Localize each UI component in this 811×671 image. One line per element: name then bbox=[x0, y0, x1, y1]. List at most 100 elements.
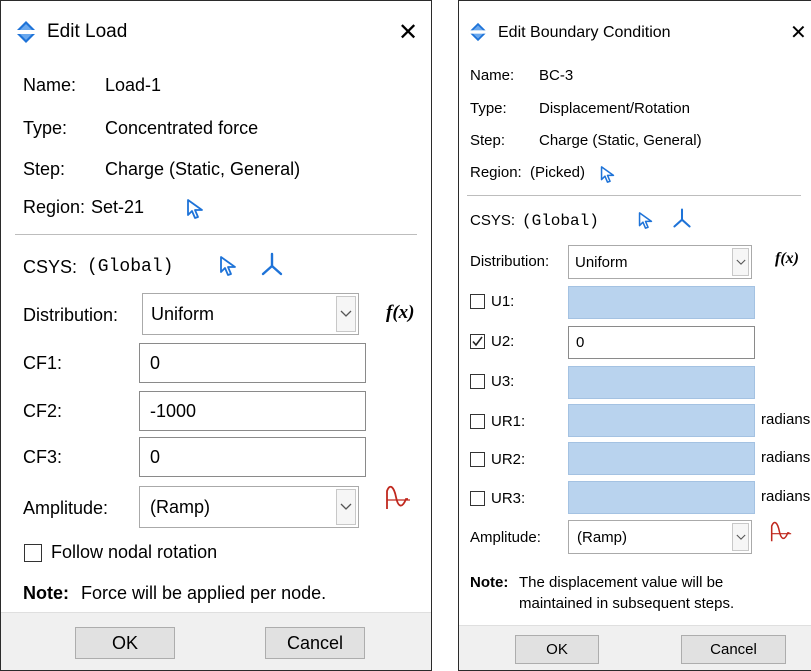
distribution-label: Distribution: bbox=[470, 253, 550, 270]
csys-select-arrow-icon[interactable] bbox=[218, 255, 238, 277]
cancel-button-label: Cancel bbox=[710, 641, 757, 658]
note-text: Force will be applied per node. bbox=[81, 583, 327, 603]
csys-value: (Global) bbox=[87, 257, 174, 277]
edit-boundary-condition-dialog: Edit Boundary Condition ✕ Name: BC-3 Typ… bbox=[458, 0, 811, 671]
name-value: BC-3 bbox=[539, 67, 574, 84]
region-label: Region: bbox=[23, 197, 86, 217]
cf2-label: CF2: bbox=[23, 401, 63, 421]
amplitude-dropdown-arrow-icon[interactable] bbox=[336, 489, 356, 525]
type-value: Concentrated force bbox=[105, 118, 259, 138]
note-line-1: The displacement value will be bbox=[519, 574, 724, 591]
region-value: Set-21 bbox=[91, 197, 145, 217]
cf1-label: CF1: bbox=[23, 353, 63, 373]
ur3-unit: radians bbox=[761, 488, 811, 505]
csys-select-arrow-icon[interactable] bbox=[637, 211, 654, 230]
cf1-value: 0 bbox=[150, 352, 161, 373]
u3-field[interactable] bbox=[568, 366, 755, 399]
distribution-value: Uniform bbox=[151, 303, 215, 324]
u1-label: U1: bbox=[491, 293, 515, 310]
ur2-label: UR2: bbox=[491, 451, 526, 468]
close-icon[interactable]: ✕ bbox=[398, 21, 418, 45]
dropdown-arrow-icon[interactable] bbox=[336, 296, 356, 332]
separator bbox=[467, 195, 801, 196]
cf2-field[interactable]: -1000 bbox=[139, 391, 366, 431]
u2-label: U2: bbox=[491, 333, 515, 350]
step-value: Charge (Static, General) bbox=[539, 132, 702, 149]
distribution-label: Distribution: bbox=[23, 305, 119, 325]
cancel-button-label: Cancel bbox=[286, 632, 344, 653]
amplitude-value: (Ramp) bbox=[577, 528, 628, 546]
dialog-title: Edit Boundary Condition bbox=[498, 24, 671, 41]
distribution-select[interactable]: Uniform bbox=[142, 293, 359, 335]
name-value: Load-1 bbox=[105, 75, 162, 95]
checkmark-icon bbox=[472, 336, 483, 347]
type-label: Type: bbox=[470, 100, 507, 117]
follow-nodal-rotation-checkbox[interactable] bbox=[24, 544, 42, 562]
ur1-field[interactable] bbox=[568, 404, 755, 437]
select-arrow-icon[interactable] bbox=[599, 165, 616, 184]
cancel-button[interactable]: Cancel bbox=[265, 627, 365, 659]
step-label: Step: bbox=[23, 159, 66, 179]
cf3-field[interactable]: 0 bbox=[139, 437, 366, 477]
amplitude-value: (Ramp) bbox=[150, 496, 211, 517]
ur1-label: UR1: bbox=[491, 413, 526, 430]
cf3-value: 0 bbox=[150, 446, 161, 467]
ur1-checkbox[interactable] bbox=[470, 414, 485, 429]
region-value: (Picked) bbox=[530, 164, 586, 181]
type-label: Type: bbox=[23, 118, 68, 138]
csys-axes-icon[interactable] bbox=[671, 207, 693, 229]
type-value: Displacement/Rotation bbox=[539, 100, 690, 117]
amplitude-select[interactable]: (Ramp) bbox=[568, 520, 752, 554]
cf1-field[interactable]: 0 bbox=[139, 343, 366, 383]
note-label: Note: bbox=[23, 583, 69, 603]
amplitude-select[interactable]: (Ramp) bbox=[139, 486, 359, 528]
dropdown-arrow-icon[interactable] bbox=[732, 248, 749, 276]
amplitude-icon[interactable] bbox=[384, 485, 412, 511]
u3-checkbox[interactable] bbox=[470, 374, 485, 389]
follow-nodal-rotation-label: Follow nodal rotation bbox=[51, 542, 218, 562]
ur3-field[interactable] bbox=[568, 481, 755, 514]
ur2-field[interactable] bbox=[568, 442, 755, 475]
u2-field[interactable]: 0 bbox=[568, 326, 755, 359]
ur2-checkbox[interactable] bbox=[470, 452, 485, 467]
amplitude-label: Amplitude: bbox=[470, 529, 541, 546]
ok-button[interactable]: OK bbox=[75, 627, 175, 659]
u1-checkbox[interactable] bbox=[470, 294, 485, 309]
name-label: Name: bbox=[470, 67, 515, 84]
separator bbox=[15, 234, 417, 235]
cf3-label: CF3: bbox=[23, 447, 63, 467]
amplitude-dropdown-arrow-icon[interactable] bbox=[732, 523, 749, 551]
fx-button[interactable]: f(x) bbox=[775, 250, 799, 268]
ur3-checkbox[interactable] bbox=[470, 491, 485, 506]
amplitude-icon[interactable] bbox=[769, 521, 793, 543]
u2-checkbox[interactable] bbox=[470, 334, 485, 349]
ok-button-label: OK bbox=[111, 632, 138, 653]
app-diamond-icon bbox=[468, 22, 488, 42]
u2-value: 0 bbox=[576, 334, 585, 351]
select-arrow-icon[interactable] bbox=[185, 198, 205, 220]
fx-button[interactable]: f(x) bbox=[386, 302, 414, 324]
title-bar[interactable]: Edit Load ✕ bbox=[1, 1, 431, 65]
step-label: Step: bbox=[470, 132, 506, 149]
name-label: Name: bbox=[23, 75, 77, 95]
note-label: Note: bbox=[470, 574, 509, 591]
u1-field[interactable] bbox=[568, 286, 755, 319]
dialog-title: Edit Load bbox=[47, 21, 128, 42]
cancel-button[interactable]: Cancel bbox=[681, 635, 786, 664]
ok-button[interactable]: OK bbox=[515, 635, 599, 664]
csys-label: CSYS: bbox=[470, 212, 516, 229]
distribution-select[interactable]: Uniform bbox=[568, 245, 752, 279]
csys-label: CSYS: bbox=[23, 257, 78, 277]
edit-load-dialog: Edit Load ✕ Name: Load-1 Type: Concentra… bbox=[0, 0, 432, 671]
cf2-value: -1000 bbox=[150, 400, 197, 421]
button-bar bbox=[1, 612, 431, 670]
app-diamond-icon bbox=[14, 20, 38, 44]
step-value: Charge (Static, General) bbox=[105, 159, 301, 179]
title-bar[interactable]: Edit Boundary Condition ✕ bbox=[459, 1, 811, 59]
amplitude-label: Amplitude: bbox=[23, 498, 109, 518]
note-line-2: maintained in subsequent steps. bbox=[519, 595, 735, 612]
close-icon[interactable]: ✕ bbox=[790, 21, 807, 45]
csys-axes-icon[interactable] bbox=[259, 251, 285, 277]
distribution-value: Uniform bbox=[575, 253, 628, 271]
ur3-label: UR3: bbox=[491, 490, 526, 507]
